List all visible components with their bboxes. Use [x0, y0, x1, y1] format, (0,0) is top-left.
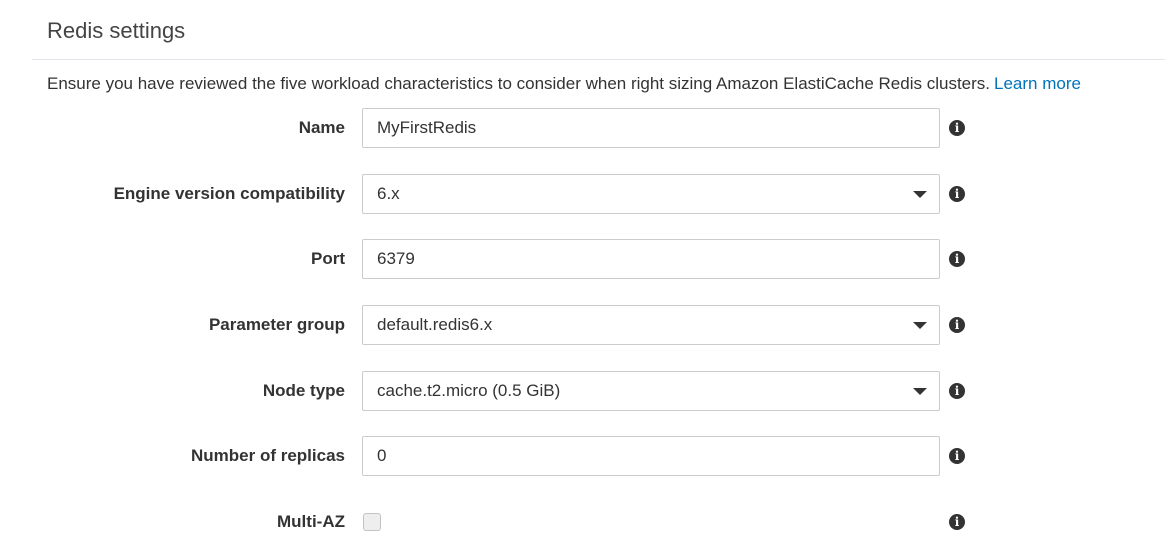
caret-down-icon [913, 388, 927, 395]
section-divider [32, 59, 1165, 60]
name-input[interactable] [362, 108, 940, 148]
parameter-group-label: Parameter group [208, 315, 345, 334]
info-icon[interactable]: i [949, 317, 965, 333]
parameter-group-select[interactable]: default.redis6.x [362, 305, 940, 345]
engine-version-value: 6.x [377, 184, 400, 203]
multi-az-checkbox[interactable] [363, 513, 381, 531]
port-input[interactable] [362, 239, 940, 279]
multi-az-label: Multi-AZ [277, 512, 345, 531]
caret-down-icon [913, 191, 927, 198]
info-icon[interactable]: i [949, 514, 965, 530]
engine-version-select[interactable]: 6.x [362, 174, 940, 214]
info-icon[interactable]: i [949, 448, 965, 464]
replicas-input[interactable] [362, 436, 940, 476]
multi-az-row: Multi-AZ i [0, 502, 1165, 542]
name-label: Name [298, 118, 345, 137]
intro-description: Ensure you have reviewed the five worklo… [47, 74, 991, 93]
node-type-label: Node type [262, 381, 345, 400]
replicas-row: Number of replicas i [0, 436, 1165, 476]
info-icon[interactable]: i [949, 251, 965, 267]
learn-more-link[interactable]: Learn more [994, 74, 1081, 93]
info-icon[interactable]: i [949, 186, 965, 202]
info-icon[interactable]: i [949, 383, 965, 399]
info-icon[interactable]: i [949, 120, 965, 136]
engine-version-label: Engine version compatibility [113, 184, 345, 203]
parameter-group-row: Parameter group default.redis6.x i [0, 305, 1165, 345]
caret-down-icon [913, 322, 927, 329]
engine-version-row: Engine version compatibility 6.x i [0, 174, 1165, 214]
parameter-group-value: default.redis6.x [377, 315, 493, 334]
name-row: Name i [0, 108, 1165, 148]
intro-text: Ensure you have reviewed the five worklo… [47, 74, 1081, 94]
node-type-row: Node type cache.t2.micro (0.5 GiB) i [0, 371, 1165, 411]
section-title: Redis settings [47, 18, 186, 43]
port-label: Port [311, 249, 345, 268]
port-row: Port i [0, 239, 1165, 279]
node-type-select[interactable]: cache.t2.micro (0.5 GiB) [362, 371, 940, 411]
replicas-label: Number of replicas [191, 446, 345, 465]
node-type-value: cache.t2.micro (0.5 GiB) [377, 381, 561, 400]
